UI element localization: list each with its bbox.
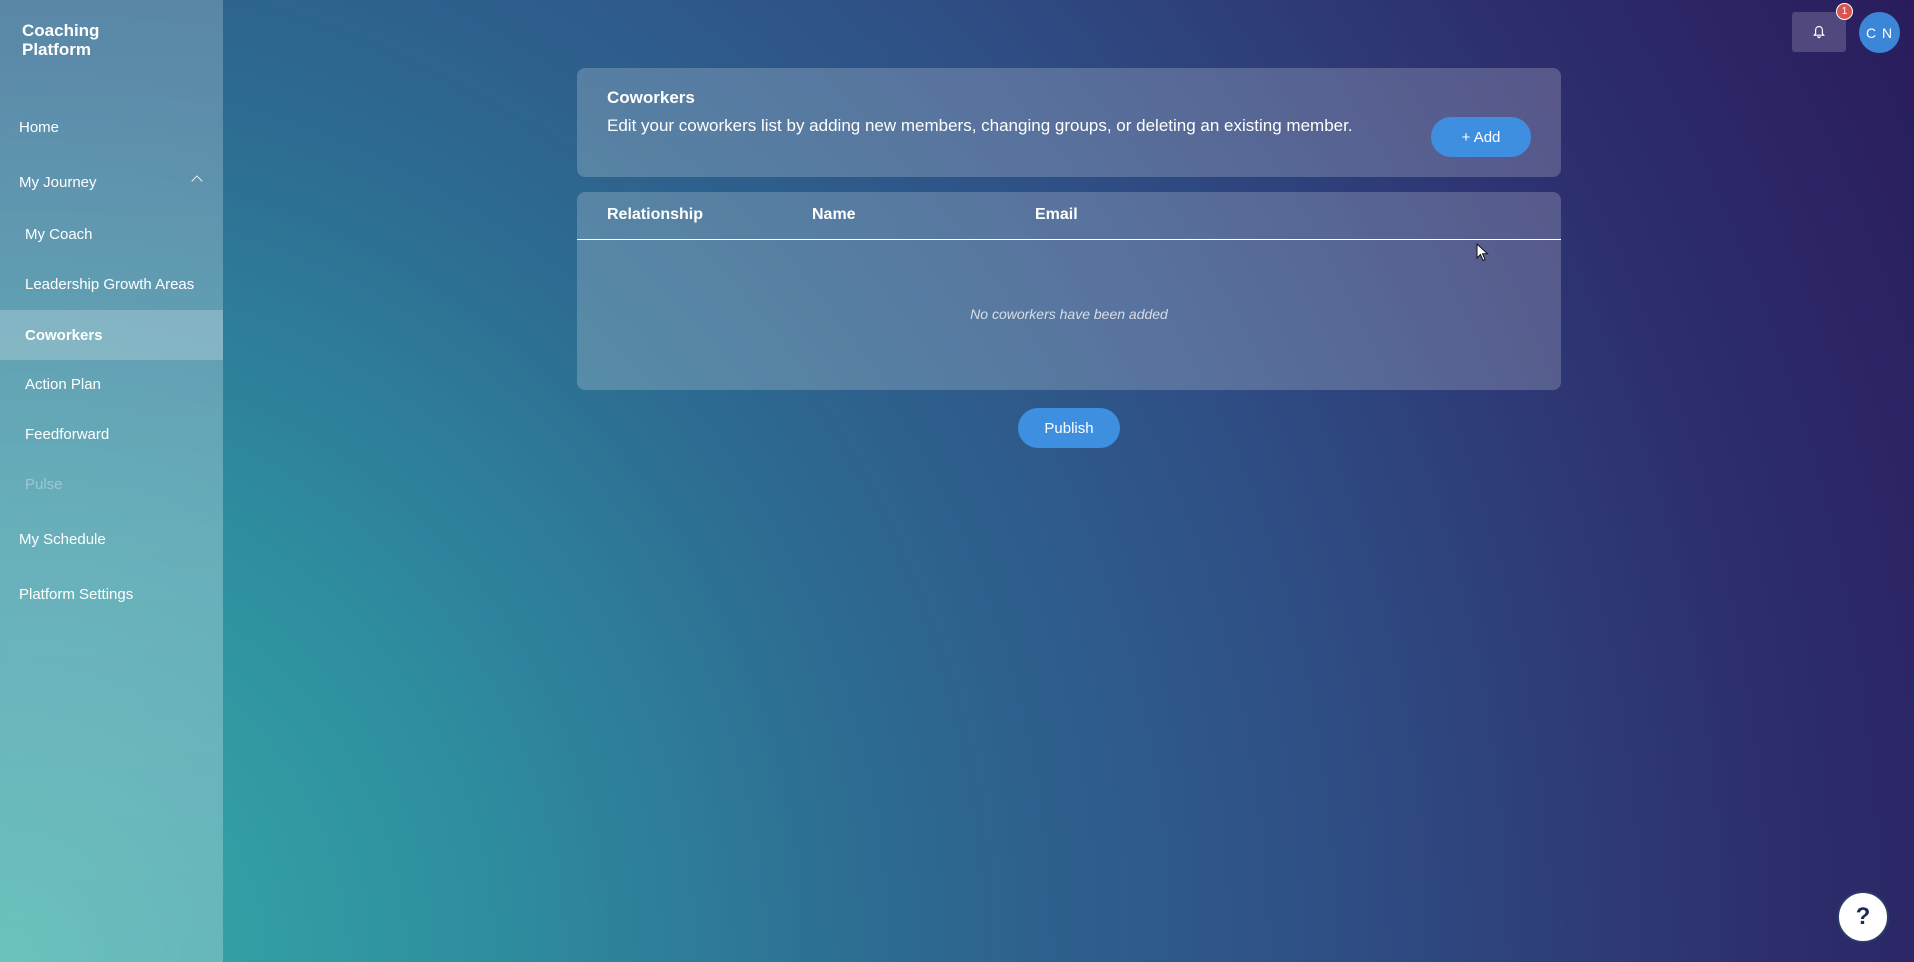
avatar[interactable]: C N bbox=[1859, 12, 1900, 53]
sidebar-item-platform-settings[interactable]: Platform Settings bbox=[0, 569, 223, 619]
sidebar-item-my-coach[interactable]: My Coach bbox=[0, 209, 223, 259]
sidebar-item-label: Home bbox=[19, 118, 60, 136]
sidebar-item-label: Coworkers bbox=[25, 326, 103, 344]
sidebar-item-coworkers[interactable]: Coworkers bbox=[0, 310, 223, 360]
page-title: Coworkers bbox=[607, 88, 695, 107]
sidebar-item-label: Leadership Growth Areas bbox=[25, 275, 195, 293]
sidebar-item-label: My Schedule bbox=[19, 530, 106, 548]
sidebar-item-label: Feedforward bbox=[25, 425, 110, 443]
sidebar-item-home[interactable]: Home bbox=[0, 102, 223, 152]
sidebar: Coaching Platform Home My Journey My Coa… bbox=[0, 0, 223, 962]
sidebar-item-my-schedule[interactable]: My Schedule bbox=[0, 514, 223, 564]
table-header-row: Relationship Name Email bbox=[577, 192, 1561, 240]
column-header-relationship: Relationship bbox=[607, 206, 704, 223]
bell-icon bbox=[1813, 25, 1825, 39]
brand-line-2: Platform bbox=[22, 40, 91, 59]
sidebar-item-label: Pulse bbox=[25, 475, 63, 493]
empty-state-message: No coworkers have been added bbox=[970, 306, 1168, 322]
sidebar-item-my-journey[interactable]: My Journey bbox=[0, 157, 223, 207]
mouse-cursor-icon bbox=[1476, 243, 1489, 262]
coworkers-header-card: Coworkers Edit your coworkers list by ad… bbox=[577, 68, 1561, 177]
sidebar-item-label: My Coach bbox=[25, 225, 93, 243]
page-description: Edit your coworkers list by adding new m… bbox=[607, 116, 1353, 135]
column-header-email: Email bbox=[1035, 206, 1078, 223]
sidebar-item-label: Action Plan bbox=[25, 375, 101, 393]
brand-line-1: Coaching bbox=[22, 21, 100, 40]
column-header-name: Name bbox=[812, 206, 856, 223]
sidebar-item-leadership-growth-areas[interactable]: Leadership Growth Areas bbox=[0, 259, 223, 309]
help-button[interactable]: ? bbox=[1837, 891, 1889, 943]
sidebar-item-pulse: Pulse bbox=[0, 459, 223, 509]
sidebar-item-label: Platform Settings bbox=[19, 585, 134, 603]
add-coworker-button[interactable]: + Add bbox=[1431, 117, 1531, 157]
publish-button[interactable]: Publish bbox=[1018, 408, 1120, 448]
sidebar-item-label: My Journey bbox=[19, 173, 97, 191]
notifications-button[interactable] bbox=[1792, 12, 1846, 52]
notification-count-badge: 1 bbox=[1836, 3, 1853, 20]
chevron-up-icon[interactable] bbox=[191, 175, 203, 187]
sidebar-item-feedforward[interactable]: Feedforward bbox=[0, 409, 223, 459]
brand-logo-text[interactable]: Coaching Platform bbox=[22, 21, 142, 59]
coworkers-table: Relationship Name Email No coworkers hav… bbox=[577, 192, 1561, 390]
sidebar-item-action-plan[interactable]: Action Plan bbox=[0, 359, 223, 409]
